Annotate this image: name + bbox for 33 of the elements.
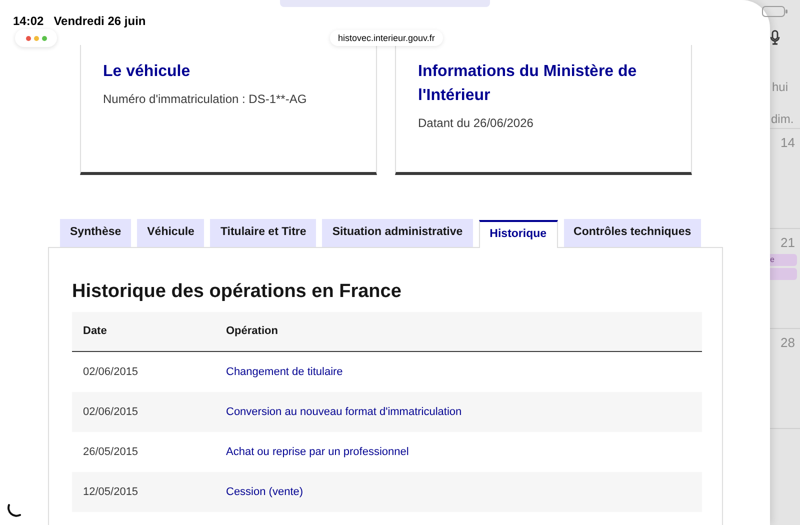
day-number: 14 <box>780 134 796 151</box>
section-heading: Historique des opérations en France <box>72 280 402 304</box>
column-header: Opération <box>225 324 278 340</box>
date-cell-text: 02/06/2015 <box>82 364 140 380</box>
date-cell-text: 12/05/2015 <box>82 484 140 500</box>
battery-icon <box>762 6 788 17</box>
operation-link[interactable]: Conversion au nouveau format d'immatriculation <box>215 404 462 420</box>
url-field[interactable]: histovec.interieur.gouv.fr <box>330 30 443 46</box>
operation-link[interactable]: Achat ou reprise par un professionnel <box>215 444 409 460</box>
status-time: 14:02 <box>13 13 44 30</box>
calendar-event[interactable]: e <box>770 254 797 266</box>
operation-link[interactable]: Cession (vente) <box>215 484 304 500</box>
card-title: Le véhicule <box>103 62 192 82</box>
tab[interactable]: Situation administrative <box>322 219 473 247</box>
card-text: Datant du 26/06/2026 <box>418 115 534 132</box>
microphone-icon[interactable] <box>770 30 780 45</box>
operation-link[interactable]: Changement de titulaire <box>215 364 343 380</box>
date-cell-text: 26/05/2015 <box>82 444 140 460</box>
day-number: 21 <box>780 234 796 251</box>
tab[interactable]: Titulaire et Titre <box>210 219 316 247</box>
status-date: Vendredi 26 juin <box>54 13 146 30</box>
card-text: Numéro d'immatriculation : DS-1**-AG <box>103 91 308 108</box>
tab[interactable]: Véhicule <box>137 219 204 247</box>
date-cell-text: 02/06/2015 <box>82 404 140 420</box>
tab[interactable]: Historique <box>478 220 558 248</box>
card-title: Informations du Ministère de l'Intérieur <box>418 62 638 106</box>
window-controls[interactable] <box>15 29 57 47</box>
column-header: Date <box>82 324 108 340</box>
tab[interactable]: Synthèse <box>60 219 132 247</box>
calendar-header: hui <box>771 79 790 96</box>
weekday-label: dim. <box>770 110 800 129</box>
day-number: 28 <box>780 334 796 351</box>
tab[interactable]: Contrôles techniques <box>564 219 702 247</box>
